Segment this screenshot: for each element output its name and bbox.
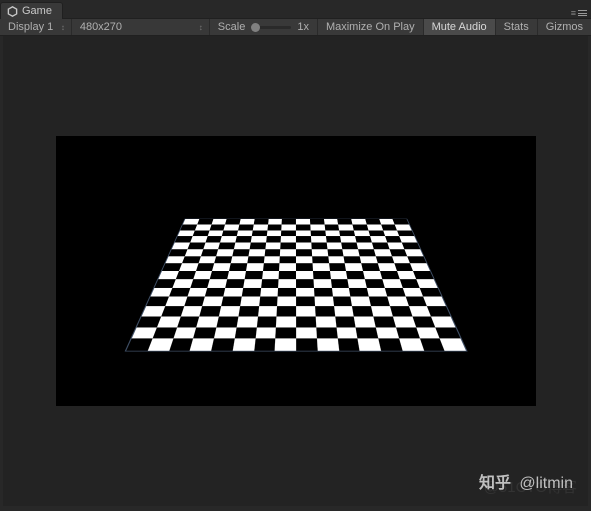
- dropdown-arrows-icon: ↕: [199, 23, 201, 32]
- viewport: [3, 36, 588, 506]
- menu-icon: [578, 10, 587, 16]
- game-view[interactable]: [56, 136, 536, 406]
- slider-knob-icon[interactable]: [251, 23, 260, 32]
- display-dropdown[interactable]: Display 1 ↕: [0, 19, 72, 35]
- tab-label: Game: [22, 5, 52, 17]
- gizmos-label: Gizmos: [546, 21, 583, 33]
- dropdown-arrows-icon: ↕: [61, 23, 63, 32]
- stats-button[interactable]: Stats: [496, 19, 538, 35]
- display-label: Display 1: [8, 21, 53, 33]
- checker-plane: [124, 219, 467, 352]
- mute-label: Mute Audio: [432, 21, 487, 33]
- mute-audio-button[interactable]: Mute Audio: [424, 19, 496, 35]
- resolution-dropdown[interactable]: 480x270 ↕: [72, 19, 210, 35]
- tab-game[interactable]: Game: [0, 2, 63, 19]
- lock-icon: ≡: [571, 8, 576, 18]
- game-toolbar: Display 1 ↕ 480x270 ↕ Scale 1x Maximize …: [0, 18, 591, 36]
- resolution-value: 480x270: [80, 21, 122, 33]
- scale-slider[interactable]: [251, 26, 291, 29]
- maximize-on-play-button[interactable]: Maximize On Play: [318, 19, 424, 35]
- tab-strip: Game ≡: [0, 0, 591, 18]
- scene-content: [161, 136, 431, 406]
- unity-logo-icon: [7, 6, 18, 17]
- gizmos-button[interactable]: Gizmos: [538, 19, 591, 35]
- stats-label: Stats: [504, 21, 529, 33]
- maximize-label: Maximize On Play: [326, 21, 415, 33]
- scale-value: 1x: [297, 21, 309, 33]
- scale-control: Scale 1x: [210, 19, 318, 35]
- tab-options[interactable]: ≡: [571, 8, 591, 18]
- scale-label: Scale: [218, 21, 246, 33]
